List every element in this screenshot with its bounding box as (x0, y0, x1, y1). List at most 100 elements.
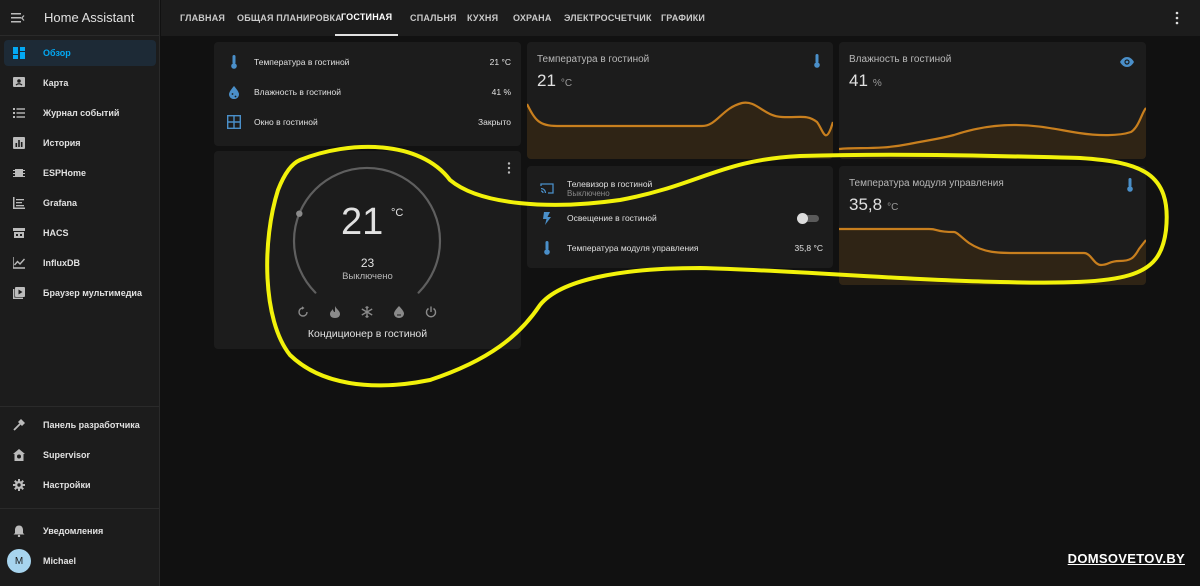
influxdb-icon (6, 257, 32, 269)
cast-icon (527, 182, 567, 194)
tab-bedroom[interactable]: СПАЛЬНЯ (410, 0, 457, 36)
dashboard-icon (6, 47, 32, 59)
map-icon (6, 77, 32, 89)
sensor-value-number: 41 (849, 71, 868, 90)
tab-power-meter[interactable]: ЭЛЕКТРОСЧЕТЧИК (564, 0, 652, 36)
sidebar-item-grafana[interactable]: Grafana (4, 190, 156, 216)
sensor-card-temperature[interactable]: Температура в гостиной 21 °C (527, 42, 833, 159)
sensor-name: Влажность в гостиной (849, 54, 952, 65)
history-icon (6, 137, 32, 149)
sensor-name: Температура модуля управления (849, 178, 1004, 189)
hacs-icon (6, 227, 32, 239)
bell-icon (6, 525, 32, 537)
tab-graphs[interactable]: ГРАФИКИ (661, 0, 705, 36)
tab-main[interactable]: ГЛАВНАЯ (180, 0, 225, 36)
entity-state: Выключено (567, 188, 610, 198)
heat-mode-icon[interactable] (328, 305, 342, 319)
thermometer-icon (1126, 178, 1134, 197)
hammer-icon (6, 419, 32, 431)
thermostat-dial[interactable] (214, 151, 521, 349)
sidebar: Home Assistant Обзор Карта Журнал событи… (0, 0, 160, 586)
entity-name: Освещение в гостиной (567, 213, 657, 223)
entities-card-living-room: Температура в гостиной 21 °C Влажность в… (214, 42, 521, 146)
sensor-name: Температура в гостиной (537, 54, 650, 65)
sidebar-item-media-browser[interactable]: Браузер мультимедиа (4, 280, 156, 306)
sidebar-item-label: Журнал событий (43, 108, 120, 118)
overflow-menu-icon[interactable] (1174, 11, 1180, 25)
sidebar-item-notifications[interactable]: Уведомления (4, 518, 156, 544)
app-title: Home Assistant (44, 10, 135, 25)
user-name: Michael (43, 556, 77, 566)
entity-row-tv[interactable]: Телевизор в гостиной Выключено (527, 176, 833, 200)
entity-row-module-temp[interactable]: Температура модуля управления 35,8 °C (527, 238, 833, 258)
tab-floorplan[interactable]: ОБЩАЯ ПЛАНИРОВКА (237, 0, 342, 36)
light-toggle[interactable] (797, 213, 819, 224)
sensor-graph-fill (527, 102, 833, 159)
sidebar-item-label: Уведомления (43, 526, 104, 536)
sidebar-item-logbook[interactable]: Журнал событий (4, 100, 156, 126)
sensor-card-module-temperature[interactable]: Температура модуля управления 35,8 °C (839, 166, 1146, 285)
entity-row-humidity[interactable]: Влажность в гостиной 41 % (214, 82, 521, 102)
sensor-value: 35,8 °C (849, 195, 898, 215)
toggle-knob (797, 213, 808, 224)
auto-mode-icon[interactable] (296, 305, 310, 319)
entity-row-light[interactable]: Освещение в гостиной (527, 208, 833, 228)
tab-living-room[interactable]: ГОСТИНАЯ (335, 0, 399, 36)
sensor-value-number: 35,8 (849, 195, 883, 214)
sidebar-item-settings[interactable]: Настройки (4, 472, 156, 498)
sidebar-item-label: Grafana (43, 198, 78, 208)
sensor-graph-fill (839, 229, 1146, 285)
sensor-graph (839, 227, 1146, 285)
thermostat-current-temp: 21 (341, 201, 384, 243)
sidebar-item-user[interactable]: M Michael (4, 548, 156, 574)
entities-card-devices: Телевизор в гостиной Выключено Освещение… (527, 166, 833, 268)
tab-kitchen[interactable]: КУХНЯ (467, 0, 498, 36)
window-icon (214, 115, 254, 129)
top-bar: ГЛАВНАЯ ОБЩАЯ ПЛАНИРОВКА ГОСТИНАЯ СПАЛЬН… (161, 0, 1200, 36)
thermostat-name: Кондиционер в гостиной (307, 328, 428, 340)
sidebar-item-label: Браузер мультимедиа (43, 288, 142, 298)
sidebar-item-esphome[interactable]: ESPHome (4, 160, 156, 186)
sidebar-item-label: ESPHome (43, 168, 87, 178)
entity-name: Температура модуля управления (567, 243, 699, 253)
sidebar-divider (0, 508, 160, 509)
sidebar-item-label: Обзор (43, 48, 71, 58)
entity-row-window[interactable]: Окно в гостиной Закрыто (214, 112, 521, 132)
dry-mode-icon[interactable] (392, 305, 406, 319)
water-percent-icon (214, 85, 254, 99)
thermostat-setpoint-handle[interactable] (296, 210, 303, 217)
thermostat-state: Выключено (342, 271, 393, 282)
cool-mode-icon[interactable] (360, 305, 374, 319)
sidebar-item-developer-tools[interactable]: Панель разработчика (4, 412, 156, 438)
entity-value: Закрыто (478, 117, 511, 127)
sensor-card-humidity[interactable]: Влажность в гостиной 41% (839, 42, 1146, 159)
sidebar-divider (0, 406, 160, 407)
tab-security[interactable]: ОХРАНА (513, 0, 552, 36)
entity-name: Температура в гостиной (254, 57, 350, 67)
sidebar-item-label: HACS (43, 228, 69, 238)
sidebar-item-overview[interactable]: Обзор (4, 40, 156, 66)
thermostat-target-temp: 23 (360, 256, 375, 270)
menu-toggle-icon[interactable] (0, 12, 36, 24)
sensor-unit: % (872, 78, 882, 89)
card-menu-icon[interactable] (507, 161, 511, 179)
power-icon[interactable] (424, 305, 438, 319)
sidebar-item-map[interactable]: Карта (4, 70, 156, 96)
sensor-graph-fill (839, 108, 1146, 159)
media-browser-icon (6, 287, 32, 299)
entity-value: 41 % (491, 87, 511, 97)
sidebar-item-history[interactable]: История (4, 130, 156, 156)
logbook-icon (6, 107, 32, 119)
sidebar-item-label: Supervisor (43, 450, 91, 460)
sidebar-item-hacs[interactable]: HACS (4, 220, 156, 246)
flash-icon (527, 211, 567, 225)
gear-icon (6, 479, 32, 491)
avatar-wrapper: M (6, 549, 32, 573)
entity-text: Телевизор в гостиной Выключено (567, 179, 833, 198)
entity-name: Окно в гостиной (254, 117, 318, 127)
sidebar-item-supervisor[interactable]: Supervisor (4, 442, 156, 468)
sensor-unit: °C (887, 202, 899, 213)
entity-row-temperature[interactable]: Температура в гостиной 21 °C (214, 52, 521, 72)
grafana-icon (6, 197, 32, 209)
sidebar-item-influxdb[interactable]: InfluxDB (4, 250, 156, 276)
